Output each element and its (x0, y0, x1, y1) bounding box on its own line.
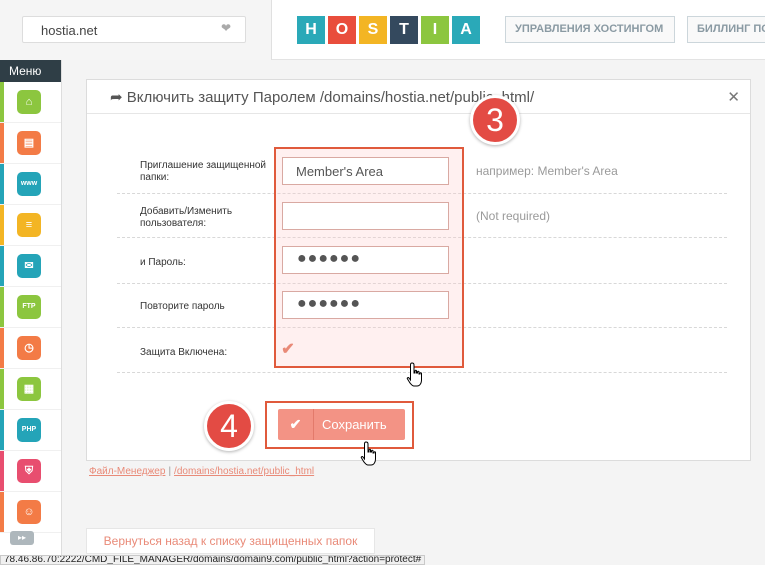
sidebar-item-accent (0, 492, 4, 532)
save-button[interactable]: ✔ Сохранить (278, 409, 405, 440)
sidebar-item-accent (0, 205, 4, 245)
domain-select-panel: hostia.net ❤ (0, 0, 272, 60)
logo-letter: T (390, 16, 418, 44)
hostia-logo[interactable]: HOSTIA (297, 16, 483, 44)
user-hint: (Not required) (476, 209, 551, 223)
password-input[interactable]: ●●●●●● (282, 246, 449, 274)
logo-letter: A (452, 16, 480, 44)
hand-cursor-icon (360, 441, 376, 466)
home-icon: ⌂ (17, 90, 41, 114)
sidebar-item-mail[interactable]: ✉ (0, 246, 61, 287)
password-confirm-input[interactable]: ●●●●●● (282, 291, 449, 319)
sidebar-item-accent (0, 246, 4, 286)
breadcrumb-file-manager-link[interactable]: Файл-Менеджер (89, 466, 165, 477)
sidebar-item-ftp[interactable]: FTP (0, 287, 61, 328)
sidebar-item-database[interactable]: ≡ (0, 205, 61, 246)
step-4-badge: 4 (204, 401, 254, 451)
sidebar-item-accent (0, 328, 4, 368)
mail-icon: ✉ (17, 254, 41, 278)
sidebar-item-accent (0, 369, 4, 409)
realm-input-value: Member's Area (296, 164, 384, 179)
save-button-label: Сохранить (322, 417, 387, 432)
back-to-protected-list-button[interactable]: Вернуться назад к списку защищенных папо… (86, 528, 375, 554)
sidebar-item-accent (0, 82, 4, 122)
database-icon: ≡ (17, 213, 41, 237)
sidebar-item-support[interactable]: ☺ (0, 492, 61, 533)
logo-letter: S (359, 16, 387, 44)
realm-input[interactable]: Member's Area (282, 157, 449, 185)
dialog-title: ➦ Включить защиту Паролем /domains/hosti… (110, 89, 535, 106)
breadcrumb-path-link[interactable]: /domains/hostia.net/public_html (174, 466, 314, 477)
sidebar-item-shield[interactable]: ⛨ (0, 451, 61, 492)
domain-select[interactable]: hostia.net ❤ (22, 16, 246, 43)
ftp-icon: FTP (17, 295, 41, 319)
password-input-value: ●●●●●● (297, 250, 361, 267)
sidebar-menu-title: Меню (0, 60, 61, 82)
sidebar-item-home[interactable]: ⌂ (0, 82, 61, 123)
sidebar-item-php[interactable]: PHP (0, 410, 61, 451)
password-label: и Пароль: (140, 257, 186, 268)
sidebar-item-accent (0, 287, 4, 327)
sidebar-item-accent (0, 410, 4, 450)
sidebar-item-clock[interactable]: ◷ (0, 328, 61, 369)
hand-cursor-icon (406, 362, 422, 387)
check-icon: ✔ (278, 409, 314, 440)
nav-hosting-management[interactable]: УПРАВЛЕНИЯ ХОСТИНГОМ (505, 16, 675, 43)
username-input[interactable] (282, 202, 449, 230)
protection-enabled-checkbox[interactable]: ✔ (278, 340, 298, 360)
clock-icon: ◷ (17, 336, 41, 360)
support-icon: ☺ (17, 500, 41, 524)
sidebar-expand-icon[interactable]: ▸▸ (10, 531, 34, 545)
nav-billing[interactable]: БИЛЛИНГ ПО (687, 16, 765, 43)
breadcrumb: Файл-Менеджер |/domains/hostia.net/public… (89, 466, 314, 477)
sidebar: Меню ⌂ ▤ www ≡ ✉ FTP ◷ ▦ PHP ⛨ ☺ ▸▸ (0, 60, 62, 565)
sidebar-item-accent (0, 451, 4, 491)
sidebar-item-www[interactable]: www (0, 164, 61, 205)
protection-enabled-label: Защита Включена: (140, 347, 228, 358)
close-icon[interactable]: ✕ (727, 88, 740, 106)
logo-letter: I (421, 16, 449, 44)
sidebar-item-calendar[interactable]: ▦ (0, 369, 61, 410)
sidebar-item-accent (0, 164, 4, 204)
www-icon: www (17, 172, 41, 196)
logo-letter: O (328, 16, 356, 44)
user-label: Добавить/Изменить пользователя: (140, 206, 233, 229)
domain-select-value: hostia.net (41, 23, 98, 38)
realm-hint: например: Member's Area (476, 164, 618, 178)
top-bar: hostia.net ❤ HOSTIA УПРАВЛЕНИЯ ХОСТИНГОМ… (0, 0, 765, 60)
sidebar-item-file-manager[interactable]: ▤ (0, 123, 61, 164)
realm-label: Приглашение защищенной папки: (140, 160, 267, 183)
shield-icon: ⛨ (17, 459, 41, 483)
logo-letter: H (297, 16, 325, 44)
password-confirm-input-value: ●●●●●● (297, 295, 361, 312)
breadcrumb-separator: | (168, 466, 172, 477)
file-manager-icon: ▤ (17, 131, 41, 155)
chevron-down-icon: ❤ (220, 21, 231, 35)
dialog-header: ➦ Включить защиту Паролем /domains/hosti… (87, 80, 750, 114)
calendar-icon: ▦ (17, 377, 41, 401)
sidebar-item-accent (0, 123, 4, 163)
step-3-badge: 3 (470, 95, 520, 145)
php-icon: PHP (17, 418, 41, 442)
browser-status-url: 78.46.86.70:2222/CMD_FILE_MANAGER/domain… (0, 555, 426, 565)
password-confirm-label: Повторите пароль (140, 301, 225, 312)
